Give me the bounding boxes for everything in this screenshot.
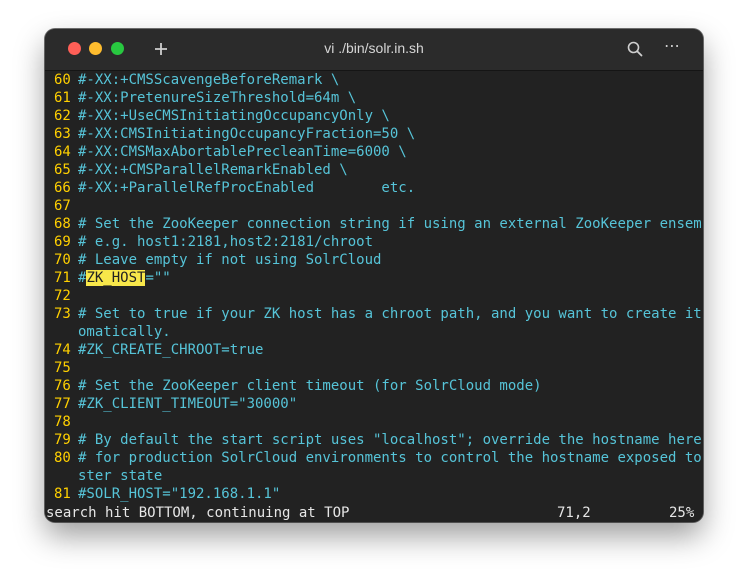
editor-line[interactable]: 70 # Leave empty if not using SolrCloud <box>45 251 703 269</box>
line-text: #-XX:+UseCMSInitiatingOccupancyOnly \ <box>78 108 390 124</box>
status-message: search hit BOTTOM, continuing at TOP <box>46 505 350 521</box>
line-text: # Set to true if your ZK host has a chro… <box>78 306 703 322</box>
line-number: 69 <box>54 234 71 250</box>
line-text: #ZK_CLIENT_TIMEOUT="30000" <box>78 396 298 412</box>
search-icon <box>627 41 643 57</box>
line-text: # Leave empty if not using SolrCloud <box>78 252 382 268</box>
line-number: 81 <box>54 486 71 502</box>
terminal-window: vi ./bin/solr.in.sh ⋯ 60 #-XX:+CMSScaveng… <box>45 29 703 522</box>
search-button[interactable] <box>626 40 644 58</box>
line-number: 72 <box>54 288 71 304</box>
editor-line[interactable]: 67 <box>45 197 703 215</box>
line-text: # Set the ZooKeeper client timeout (for … <box>78 378 542 394</box>
ellipsis-icon: ⋯ <box>664 36 680 55</box>
line-number: 74 <box>54 342 71 358</box>
editor-line[interactable]: 69 # e.g. host1:2181,host2:2181/chroot <box>45 233 703 251</box>
editor-line[interactable]: 62 #-XX:+UseCMSInitiatingOccupancyOnly \ <box>45 107 703 125</box>
editor-line[interactable]: 80 # for production SolrCloud environment… <box>45 449 703 467</box>
line-number: 73 <box>54 306 71 322</box>
line-number: 78 <box>54 414 71 430</box>
line-number: 62 <box>54 108 71 124</box>
line-number: 65 <box>54 162 71 178</box>
editor-line[interactable]: 73 # Set to true if your ZK host has a ch… <box>45 305 703 323</box>
title-bar[interactable]: vi ./bin/solr.in.sh ⋯ <box>45 29 703 71</box>
line-number: 63 <box>54 126 71 142</box>
line-number: 61 <box>54 90 71 106</box>
editor-line[interactable]: 60 #-XX:+CMSScavengeBeforeRemark \ <box>45 71 703 89</box>
line-number: 67 <box>54 198 71 214</box>
editor-buffer[interactable]: 60 #-XX:+CMSScavengeBeforeRemark \ 61 #-XX:… <box>45 71 703 504</box>
line-text: ="" <box>145 270 171 286</box>
line-text: #SOLR_HOST="192.168.1.1" <box>78 486 281 502</box>
editor-line[interactable]: 64 #-XX:CMSMaxAbortablePrecleanTime=6000 … <box>45 143 703 161</box>
search-match-highlight: ZK_HOST <box>86 270 146 286</box>
editor-line[interactable]: 68 # Set the ZooKeeper connection string … <box>45 215 703 233</box>
editor-line[interactable]: 63 #-XX:CMSInitiatingOccupancyFraction=50… <box>45 125 703 143</box>
editor-line[interactable]: 66 #-XX:+ParallelRefProcEnabled etc. <box>45 179 703 197</box>
line-number: 76 <box>54 378 71 394</box>
editor-line[interactable]: 77 #ZK_CLIENT_TIMEOUT="30000" <box>45 395 703 413</box>
more-options-button[interactable]: ⋯ <box>660 38 684 58</box>
line-text: #ZK_CREATE_CHROOT=true <box>78 342 264 358</box>
editor-line[interactable]: 71 #ZK_HOST="" <box>45 269 703 287</box>
line-text: # e.g. host1:2181,host2:2181/chroot <box>78 234 374 250</box>
line-text: #-XX:PretenureSizeThreshold=64m \ <box>78 90 357 106</box>
editor-line[interactable]: omatically. <box>45 323 703 341</box>
editor-line[interactable]: 76 # Set the ZooKeeper client timeout (fo… <box>45 377 703 395</box>
window-title: vi ./bin/solr.in.sh <box>324 40 424 56</box>
vim-status-line: search hit BOTTOM, continuing at TOP 71,… <box>45 504 703 522</box>
line-text: #-XX:CMSInitiatingOccupancyFraction=50 \ <box>78 126 416 142</box>
line-number: 60 <box>54 72 71 88</box>
editor-line[interactable]: 72 <box>45 287 703 305</box>
line-number: 70 <box>54 252 71 268</box>
editor-line[interactable]: 79 # By default the start script uses "lo… <box>45 431 703 449</box>
line-text: ster state <box>78 468 163 484</box>
line-number: 68 <box>54 216 71 232</box>
editor-line[interactable]: 61 #-XX:PretenureSizeThreshold=64m \ <box>45 89 703 107</box>
editor-line[interactable]: 74 #ZK_CREATE_CHROOT=true <box>45 341 703 359</box>
editor-line[interactable]: 78 <box>45 413 703 431</box>
editor-line[interactable]: 75 <box>45 359 703 377</box>
line-text: #-XX:+CMSParallelRemarkEnabled \ <box>78 162 348 178</box>
line-text: # By default the start script uses "loca… <box>78 432 702 448</box>
line-number: 66 <box>54 180 71 196</box>
line-text: # Set the ZooKeeper connection string if… <box>78 216 703 232</box>
line-number: 80 <box>54 450 71 466</box>
line-text: omatically. <box>78 324 171 340</box>
line-number: 79 <box>54 432 71 448</box>
scroll-percent: 25% <box>669 505 695 521</box>
line-number: 77 <box>54 396 71 412</box>
editor-line[interactable]: 81 #SOLR_HOST="192.168.1.1" <box>45 485 703 503</box>
editor-line[interactable]: ster state <box>45 467 703 485</box>
line-number: 71 <box>54 270 71 286</box>
editor-line[interactable]: 65 #-XX:+CMSParallelRemarkEnabled \ <box>45 161 703 179</box>
line-text: #-XX:+ParallelRefProcEnabled etc. <box>78 180 416 196</box>
line-text: #-XX:CMSMaxAbortablePrecleanTime=6000 \ <box>78 144 407 160</box>
line-text: #-XX:+CMSScavengeBeforeRemark \ <box>78 72 340 88</box>
line-text: # for production SolrCloud environments … <box>78 450 703 466</box>
line-number: 75 <box>54 360 71 376</box>
cursor-position: 71,2 <box>557 505 591 521</box>
line-number: 64 <box>54 144 71 160</box>
